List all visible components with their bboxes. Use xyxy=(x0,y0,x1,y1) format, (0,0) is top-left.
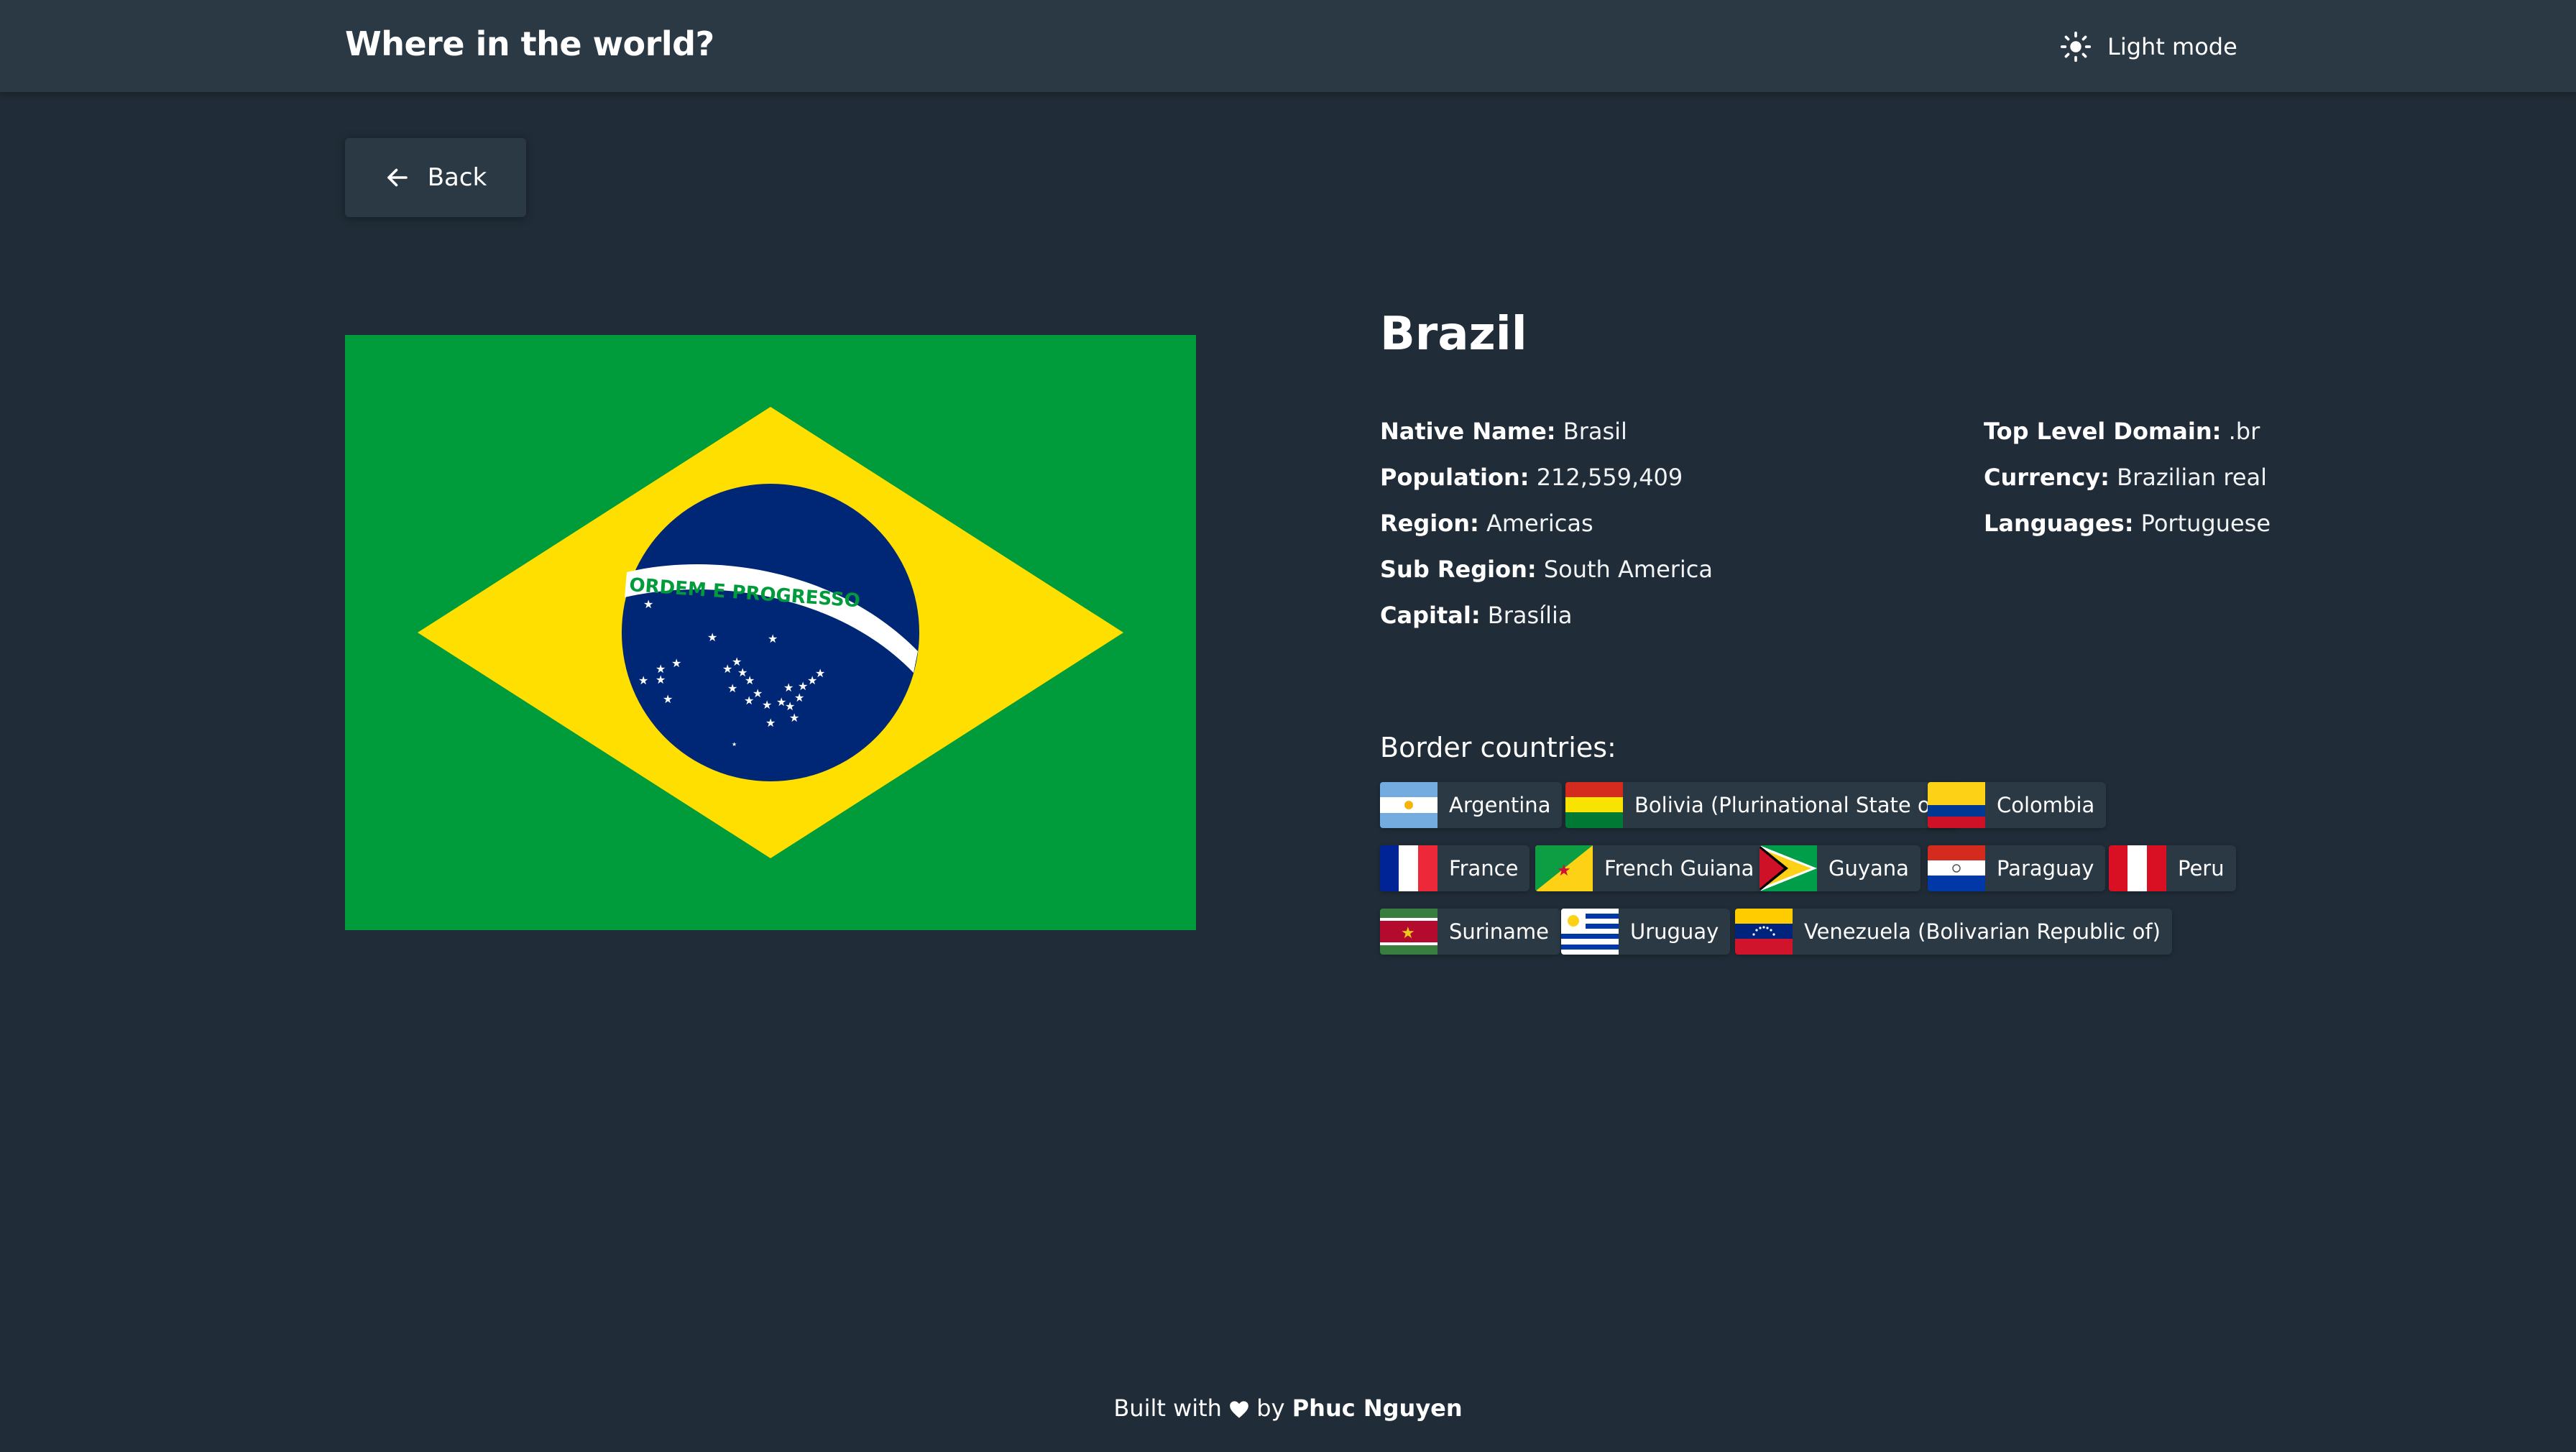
top-bar: Where in the world? Light mode xyxy=(0,0,2576,92)
svg-text:★: ★ xyxy=(762,698,772,712)
guyana-flag-icon xyxy=(1760,845,1817,891)
svg-text:★: ★ xyxy=(776,574,786,586)
info-population: Population: 212,559,409 xyxy=(1380,464,1683,491)
app-title: Where in the world? xyxy=(345,24,714,63)
colombia-flag-icon xyxy=(1928,782,1985,828)
uruguay-flag-icon xyxy=(1561,909,1619,955)
border-country-suriname[interactable]: ★ Suriname xyxy=(1380,909,1561,955)
paraguay-flag-icon xyxy=(1928,845,1985,891)
footer-by: by xyxy=(1256,1394,1285,1422)
border-country-peru[interactable]: Peru xyxy=(2109,845,2236,891)
border-country-venezuela[interactable]: Venezuela (Bolivarian Republic of) xyxy=(1735,909,2172,955)
svg-text:★: ★ xyxy=(765,716,776,730)
border-country-french-guiana[interactable]: ★ French Guiana xyxy=(1535,845,1766,891)
svg-text:★: ★ xyxy=(643,597,653,611)
border-country-bolivia[interactable]: Bolivia (Plurinational State of) xyxy=(1565,782,1958,828)
info-currency: Currency: Brazilian real xyxy=(1984,464,2267,491)
svg-text:★: ★ xyxy=(783,681,794,694)
svg-text:★: ★ xyxy=(745,674,755,687)
theme-toggle-button[interactable]: Light mode xyxy=(2060,29,2237,65)
suriname-flag-icon: ★ xyxy=(1380,909,1438,955)
svg-text:★: ★ xyxy=(732,741,737,748)
country-flag-image: ORDEM E PROGRESSO ★★★ ★★ ★ ★★★ ★★★ ★★★ ★★… xyxy=(345,335,1196,930)
border-countries-heading: Border countries: xyxy=(1380,732,1616,763)
svg-text:★: ★ xyxy=(656,673,666,686)
peru-flag-icon xyxy=(2109,845,2166,891)
bolivia-flag-icon xyxy=(1565,782,1623,828)
border-country-argentina[interactable]: Argentina xyxy=(1380,782,1563,828)
theme-toggle-label: Light mode xyxy=(2107,33,2237,60)
footer-author-link[interactable]: Phuc Nguyen xyxy=(1292,1394,1463,1422)
info-top-level-domain: Top Level Domain: .br xyxy=(1984,418,2260,445)
border-country-guyana[interactable]: Guyana xyxy=(1760,845,1920,891)
border-country-uruguay[interactable]: Uruguay xyxy=(1561,909,1731,955)
france-flag-icon xyxy=(1380,845,1438,891)
footer: Built with by Phuc Nguyen xyxy=(0,1394,2576,1422)
svg-text:★: ★ xyxy=(727,681,737,695)
heart-icon xyxy=(1230,1401,1248,1418)
svg-text:★: ★ xyxy=(789,711,799,725)
svg-text:★: ★ xyxy=(1401,924,1415,942)
svg-text:★: ★ xyxy=(671,656,681,670)
info-capital: Capital: Brasília xyxy=(1380,602,1573,629)
border-country-colombia[interactable]: Colombia xyxy=(1928,782,2107,828)
info-sub-region: Sub Region: South America xyxy=(1380,556,1713,583)
argentina-flag-icon xyxy=(1380,782,1438,828)
info-native-name: Native Name: Brasil xyxy=(1380,418,1627,445)
sun-icon xyxy=(2060,31,2092,63)
back-button[interactable]: Back xyxy=(345,138,526,217)
back-button-label: Back xyxy=(427,163,487,192)
border-country-france[interactable]: France xyxy=(1380,845,1530,891)
svg-text:★: ★ xyxy=(638,674,648,687)
venezuela-flag-icon xyxy=(1735,909,1793,955)
french-guiana-flag-icon: ★ xyxy=(1535,845,1593,891)
svg-text:★: ★ xyxy=(768,632,778,645)
svg-text:★: ★ xyxy=(707,630,717,644)
svg-text:★: ★ xyxy=(815,666,825,680)
info-languages: Languages: Portuguese xyxy=(1984,510,2271,537)
svg-text:★: ★ xyxy=(1557,862,1571,880)
svg-text:★: ★ xyxy=(663,692,673,706)
country-name: Brazil xyxy=(1380,308,1527,361)
arrow-left-icon xyxy=(387,168,408,187)
footer-prefix: Built with xyxy=(1113,1394,1222,1422)
border-country-paraguay[interactable]: Paraguay xyxy=(1928,845,2106,891)
info-region: Region: Americas xyxy=(1380,510,1593,537)
